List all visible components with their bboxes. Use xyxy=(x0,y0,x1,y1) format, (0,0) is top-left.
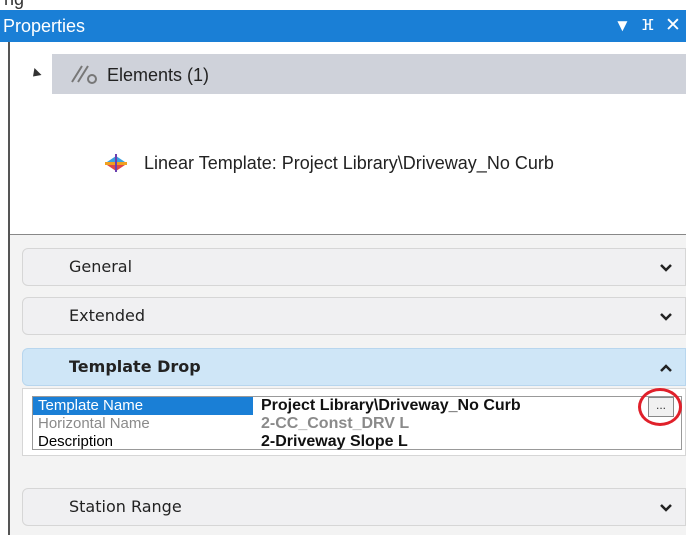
properties-title-bar: Properties ▼ ⴼ ✕ xyxy=(0,10,686,42)
selection-tree: Elements (1) Linear Template: Project Li… xyxy=(10,42,686,235)
panel-title: Properties xyxy=(3,16,86,36)
elements-icon xyxy=(71,65,97,84)
linear-template-icon xyxy=(105,154,127,172)
collapse-arrow-icon[interactable] xyxy=(29,67,42,81)
highlight-circle xyxy=(638,388,682,426)
chevron-up-icon xyxy=(660,364,672,372)
property-name: Horizontal Name xyxy=(38,415,150,432)
linear-template-label[interactable]: Linear Template: Project Library\Drivewa… xyxy=(144,152,554,174)
property-value[interactable]: Project Library\Driveway_No Curb xyxy=(261,397,521,415)
top-strip: ng xyxy=(0,0,686,10)
property-value: 2-CC_Const_DRV L xyxy=(261,415,410,432)
section-template-drop-label: Template Drop xyxy=(69,357,201,376)
dropdown-icon[interactable]: ▼ xyxy=(614,16,631,36)
section-station-range[interactable]: Station Range xyxy=(22,488,686,526)
property-name: Template Name xyxy=(33,397,253,415)
property-row-description[interactable]: Description 2-Driveway Slope L xyxy=(33,433,681,451)
section-station-range-label: Station Range xyxy=(69,497,182,516)
section-general[interactable]: General xyxy=(22,248,686,286)
property-row-horizontal-name[interactable]: Horizontal Name 2-CC_Const_DRV L xyxy=(33,415,681,433)
section-extended[interactable]: Extended xyxy=(22,297,686,335)
section-general-label: General xyxy=(69,257,133,276)
pin-icon[interactable]: ⴼ xyxy=(641,16,654,36)
section-template-drop[interactable]: Template Drop xyxy=(22,348,686,386)
chevron-down-icon xyxy=(660,313,672,321)
property-grid: Template Name Project Library\Driveway_N… xyxy=(32,396,682,450)
close-icon[interactable]: ✕ xyxy=(665,16,681,36)
property-name: Description xyxy=(38,433,114,450)
property-row-template-name[interactable]: Template Name Project Library\Driveway_N… xyxy=(33,397,681,415)
elements-label: Elements (1) xyxy=(107,65,210,85)
property-value[interactable]: 2-Driveway Slope L xyxy=(261,433,408,451)
section-extended-label: Extended xyxy=(69,306,145,325)
chevron-down-icon xyxy=(660,504,672,512)
chevron-down-icon xyxy=(660,264,672,272)
